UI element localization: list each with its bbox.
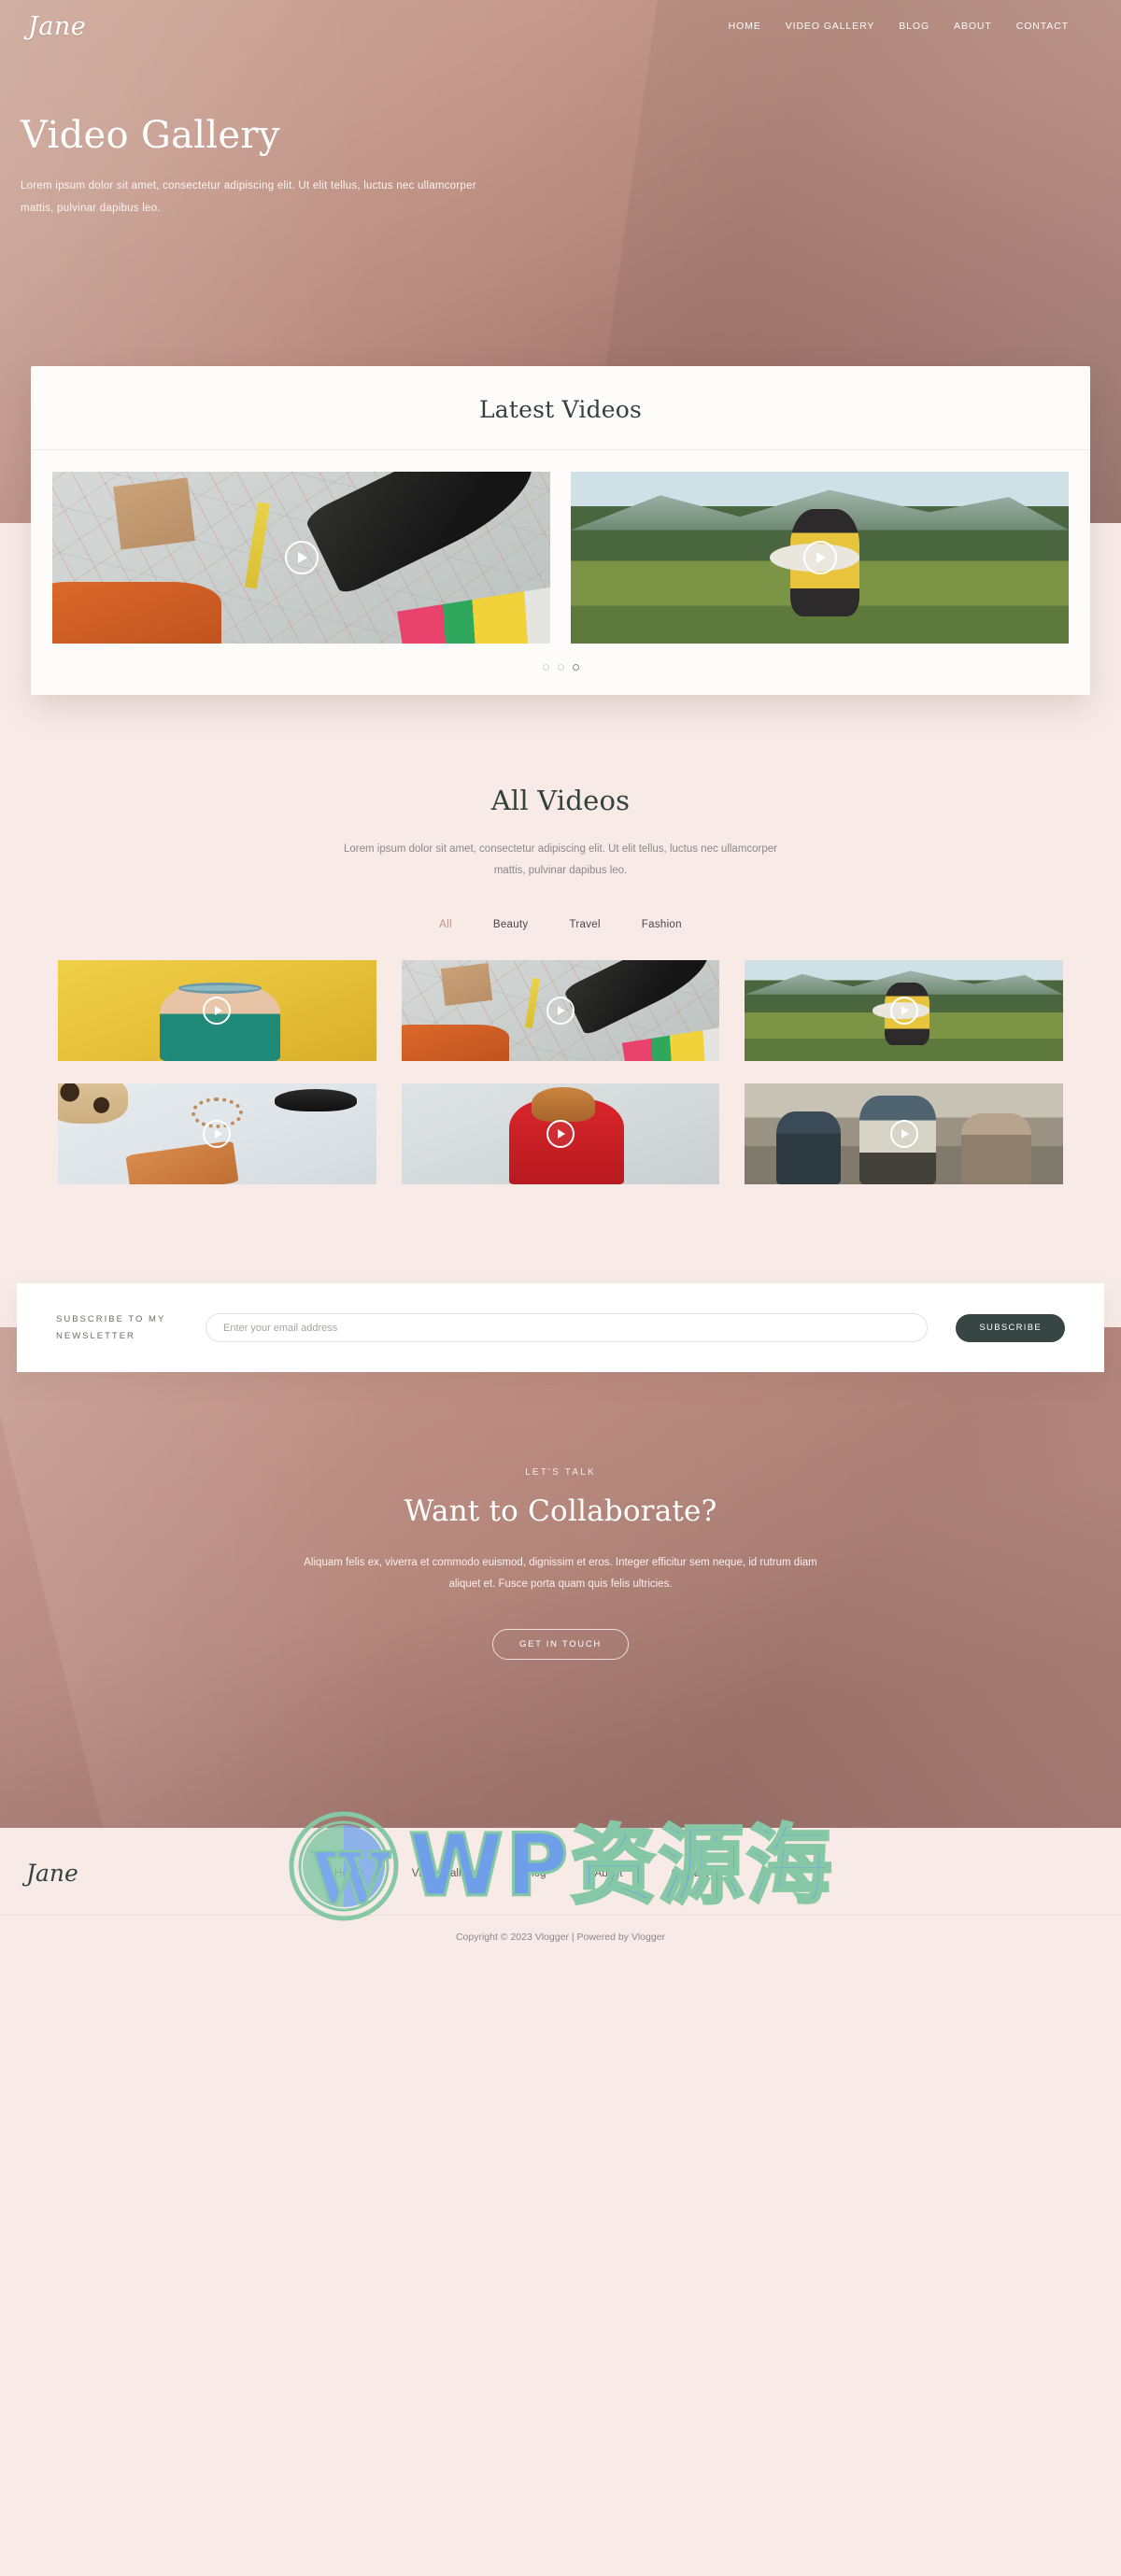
footer-nav-item-blog[interactable]: Blog [525,1868,546,1879]
footer-nav-item-video-gallery[interactable]: Video Gallery [412,1868,476,1879]
carousel-pagination[interactable] [31,644,1090,671]
footer-nav-item-contact[interactable]: Contact [672,1868,709,1879]
hero-content: Video Gallery Lorem ipsum dolor sit amet… [0,43,1121,219]
filter-all[interactable]: All [439,919,452,930]
play-icon[interactable] [284,541,319,574]
filter-beauty[interactable]: Beauty [493,919,529,930]
collaborate-description: Aliquam felis ex, viverra et commodo eui… [304,1557,817,1591]
latest-videos-heading: Latest Videos [478,396,643,423]
latest-videos-card: Latest Videos [31,366,1090,695]
play-icon[interactable] [203,997,232,1025]
hero-description: Lorem ipsum dolor sit amet, consectetur … [21,180,476,214]
page-root: Jane HOME VIDEO GALLERY BLOG ABOUT CONTA… [0,0,1121,1962]
carousel-dot-3[interactable] [572,664,579,671]
nav-item-contact[interactable]: CONTACT [1016,21,1069,32]
page-title: Video Gallery [21,114,280,157]
filter-travel[interactable]: Travel [569,919,600,930]
latest-videos-section: Latest Videos [31,366,1090,695]
video-tile[interactable] [58,1083,376,1184]
carousel-slide[interactable] [52,472,550,644]
play-icon[interactable] [802,541,837,574]
video-carousel[interactable] [31,450,1090,644]
site-header: Jane HOME VIDEO GALLERY BLOG ABOUT CONTA… [0,0,1121,43]
all-videos-section: All Videos Lorem ipsum dolor sit amet, c… [0,695,1121,1184]
nav-item-home[interactable]: HOME [729,21,761,32]
play-icon[interactable] [203,1120,232,1148]
footer-nav-item-home[interactable]: Home [334,1868,363,1879]
video-tile[interactable] [745,960,1063,1061]
site-footer: Jane Home Video Gallery Blog About Conta… [0,1828,1121,1962]
footer-top: Jane Home Video Gallery Blog About Conta… [0,1828,1121,1915]
video-grid [58,960,1063,1184]
subscribe-button[interactable]: SUBSCRIBE [956,1313,1065,1342]
newsletter-section: SUBSCRIBE TO MY NEWSLETTER SUBSCRIBE [17,1283,1104,1373]
play-icon[interactable] [889,1120,918,1148]
carousel-dot-1[interactable] [542,664,549,671]
carousel-dot-2[interactable] [557,664,564,671]
email-field[interactable] [206,1313,929,1343]
play-icon[interactable] [889,997,918,1025]
play-icon[interactable] [546,997,575,1025]
all-videos-description: Lorem ipsum dolor sit amet, consectetur … [343,843,778,876]
copyright-text: Copyright © 2023 Vlogger | Powered by Vl… [0,1915,1121,1961]
newsletter-label: SUBSCRIBE TO MY NEWSLETTER [56,1314,166,1341]
get-in-touch-button[interactable]: GET IN TOUCH [492,1629,629,1661]
latest-videos-header: Latest Videos [31,366,1090,450]
filter-fashion[interactable]: Fashion [642,919,682,930]
video-category-filters: All Beauty Travel Fashion [0,919,1121,930]
collaborate-section: LET'S TALK Want to Collaborate? Aliquam … [0,1327,1121,1828]
all-videos-heading: All Videos [490,785,631,816]
footer-navigation: Home Video Gallery Blog About Contact [334,1868,708,1879]
video-tile[interactable] [58,960,376,1061]
play-icon[interactable] [546,1120,575,1148]
nav-item-video-gallery[interactable]: VIDEO GALLERY [786,21,875,32]
main-navigation: HOME VIDEO GALLERY BLOG ABOUT CONTACT [729,21,1069,32]
collaborate-eyebrow: LET'S TALK [525,1467,596,1479]
footer-logo[interactable]: Jane [26,1860,334,1887]
video-tile[interactable] [401,1083,720,1184]
carousel-slide[interactable] [571,472,1069,644]
nav-item-blog[interactable]: BLOG [899,21,929,32]
footer-nav-item-about[interactable]: About [595,1868,623,1879]
site-logo[interactable]: Jane [28,14,86,39]
video-tile[interactable] [401,960,720,1061]
collaborate-heading: Want to Collaborate? [404,1494,717,1529]
newsletter-card: SUBSCRIBE TO MY NEWSLETTER SUBSCRIBE [17,1283,1104,1373]
nav-item-about[interactable]: ABOUT [954,21,992,32]
video-tile[interactable] [745,1083,1063,1184]
